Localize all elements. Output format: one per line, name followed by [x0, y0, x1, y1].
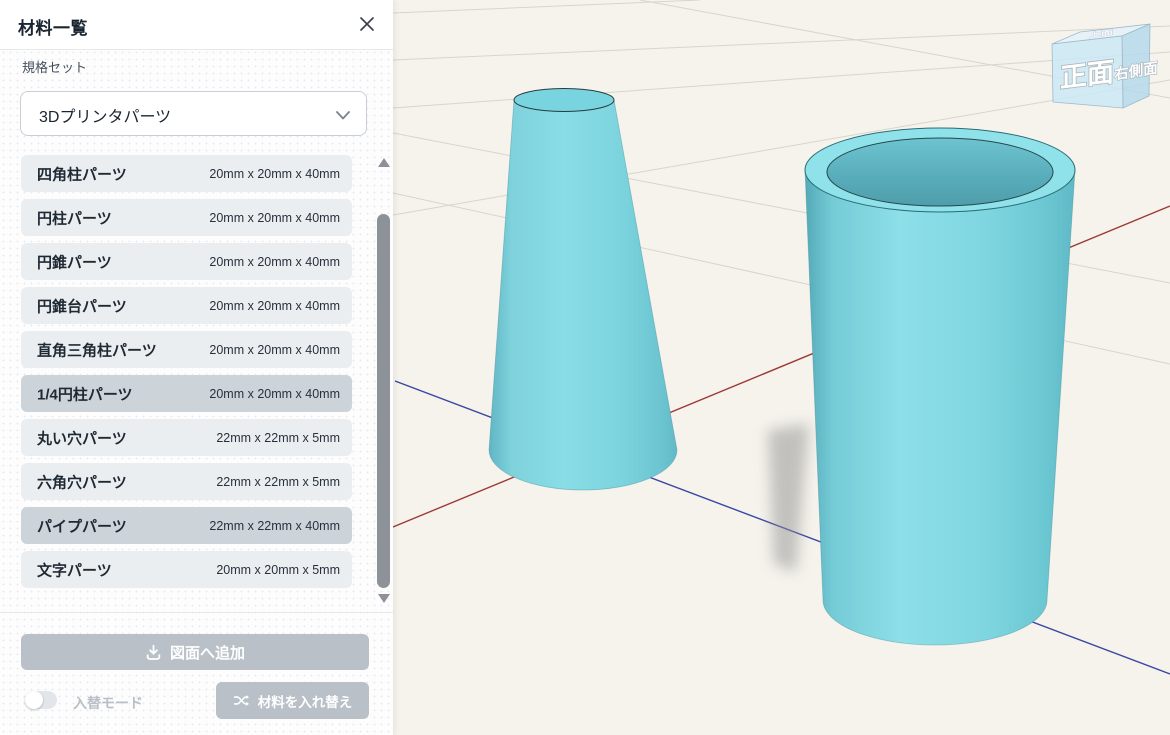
swap-material-button[interactable]: 材料を入れ替え — [216, 682, 369, 719]
cone-frustum-shape[interactable] — [489, 89, 677, 490]
part-name: 円柱パーツ — [37, 207, 112, 228]
list-item[interactable]: 直角三角柱パーツ 20mm x 20mm x 40mm — [21, 331, 352, 368]
swap-mode-toggle[interactable] — [25, 691, 57, 709]
panel-footer: 図面へ追加 入替モード 材料を入れ替え — [0, 612, 393, 735]
panel-header: 材料一覧 — [0, 0, 393, 50]
part-name: 1/4円柱パーツ — [37, 383, 133, 404]
list-item[interactable]: 円柱パーツ 20mm x 20mm x 40mm — [21, 199, 352, 236]
list-item[interactable]: 丸い穴パーツ 22mm x 22mm x 5mm — [21, 419, 352, 456]
download-icon — [145, 644, 162, 661]
part-name: パイプパーツ — [37, 515, 127, 536]
part-size: 20mm x 20mm x 40mm — [209, 343, 340, 357]
swap-mode-label: 入替モード — [73, 693, 143, 713]
scroll-up-icon[interactable] — [378, 158, 390, 167]
part-name: 四角柱パーツ — [37, 163, 127, 184]
parts-list: 四角柱パーツ 20mm x 20mm x 40mm 円柱パーツ 20mm x 20mm… — [21, 155, 352, 595]
shuffle-icon — [233, 692, 250, 709]
part-name: 円錐台パーツ — [37, 295, 127, 316]
part-size: 20mm x 20mm x 40mm — [209, 211, 340, 225]
pipe-inner-hole — [827, 138, 1053, 206]
add-to-drawing-button[interactable]: 図面へ追加 — [21, 634, 369, 670]
part-size: 20mm x 20mm x 40mm — [209, 255, 340, 269]
standard-set-select[interactable]: 3Dプリンタパーツ — [20, 91, 367, 136]
list-item[interactable]: 文字パーツ 20mm x 20mm x 5mm — [21, 551, 352, 588]
panel-title: 材料一覧 — [18, 14, 88, 39]
part-name: 円錐パーツ — [37, 251, 112, 272]
part-name: 丸い穴パーツ — [37, 427, 127, 448]
close-icon — [358, 15, 376, 33]
pipe-shape[interactable] — [805, 128, 1075, 645]
part-size: 22mm x 22mm x 5mm — [216, 475, 340, 489]
part-name: 文字パーツ — [37, 559, 112, 580]
list-item[interactable]: 四角柱パーツ 20mm x 20mm x 40mm — [21, 155, 352, 192]
chevron-down-icon — [336, 111, 350, 120]
part-size: 20mm x 20mm x 40mm — [209, 299, 340, 313]
standard-set-label: 規格セット — [22, 57, 87, 76]
part-size: 22mm x 22mm x 5mm — [216, 431, 340, 445]
object-shadow — [768, 424, 809, 572]
list-item[interactable]: 1/4円柱パーツ 20mm x 20mm x 40mm — [21, 375, 352, 412]
view-cube[interactable]: 正面 右側面 上面 — [1052, 24, 1158, 108]
swap-material-label: 材料を入れ替え — [258, 691, 353, 711]
scroll-down-icon[interactable] — [378, 594, 390, 603]
list-item[interactable]: 六角穴パーツ 22mm x 22mm x 5mm — [21, 463, 352, 500]
part-size: 20mm x 20mm x 40mm — [209, 387, 340, 401]
list-item[interactable]: 円錐パーツ 20mm x 20mm x 40mm — [21, 243, 352, 280]
part-size: 20mm x 20mm x 5mm — [216, 563, 340, 577]
part-name: 直角三角柱パーツ — [37, 339, 157, 360]
part-name: 六角穴パーツ — [37, 471, 127, 492]
list-item[interactable]: パイプパーツ 22mm x 22mm x 40mm — [21, 507, 352, 544]
scrollbar-thumb[interactable] — [377, 214, 390, 588]
cone-top-face — [514, 89, 614, 112]
close-button[interactable] — [355, 13, 379, 37]
materials-panel: 材料一覧 規格セット 3Dプリンタパーツ 四角柱パーツ 20mm x 20mm x… — [0, 0, 393, 735]
toggle-knob — [25, 691, 43, 709]
standard-set-value: 3Dプリンタパーツ — [39, 103, 171, 127]
viewport-3d-canvas[interactable]: 正面 右側面 上面 — [393, 0, 1170, 735]
part-size: 20mm x 20mm x 40mm — [209, 167, 340, 181]
add-to-drawing-label: 図面へ追加 — [170, 642, 245, 663]
part-size: 22mm x 22mm x 40mm — [209, 519, 340, 533]
list-item[interactable]: 円錐台パーツ 20mm x 20mm x 40mm — [21, 287, 352, 324]
app-window: 材料一覧 規格セット 3Dプリンタパーツ 四角柱パーツ 20mm x 20mm x… — [0, 0, 1170, 735]
